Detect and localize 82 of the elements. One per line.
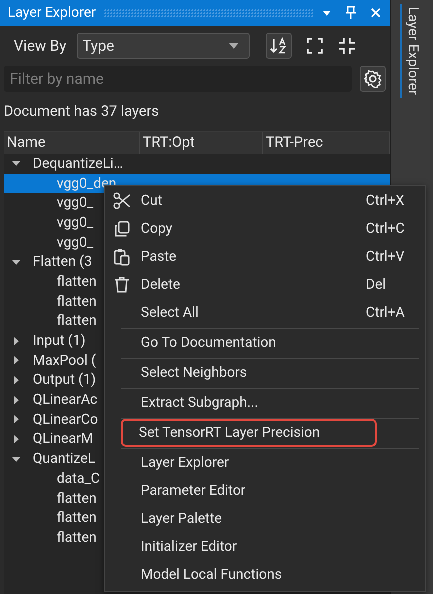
row-label: flatten	[57, 294, 97, 310]
expanded-arrow-icon[interactable]	[12, 454, 21, 464]
row-label: Input (1)	[33, 333, 86, 350]
row-label: QLinearM	[33, 431, 94, 448]
collapsed-arrow-icon[interactable]	[12, 415, 21, 424]
row-label: flatten	[57, 490, 97, 507]
row-label: MaxPool (	[33, 352, 96, 369]
collapsed-arrow-icon[interactable]	[12, 396, 21, 405]
column-header[interactable]: TRT:Opt	[140, 132, 263, 154]
pin-icon[interactable]	[344, 6, 358, 20]
menu-item-label: Cut	[141, 193, 162, 209]
side-tab[interactable]: Layer Explorer	[400, 4, 424, 98]
menu-item-label: Set TensorRT Layer Precision	[139, 425, 320, 441]
collapse-all-icon[interactable]	[338, 37, 356, 55]
collapsed-arrow-icon[interactable]	[12, 434, 21, 444]
menu-item[interactable]: Parameter Editor	[109, 477, 421, 505]
menu-item-label: Paste	[141, 249, 177, 265]
menu-item-label: Go To Documentation	[141, 335, 276, 351]
shortcut-text: Ctrl+V	[366, 249, 405, 265]
shortcut-text: Ctrl+A	[366, 305, 405, 321]
menu-item-label: Layer Explorer	[141, 455, 230, 471]
view-by-label: View By	[14, 37, 67, 55]
filter-field[interactable]: Filter by name	[4, 66, 352, 92]
menu-item-label: Model Local Functions	[141, 567, 282, 583]
row-label: vgg0_	[57, 214, 94, 231]
menu-item[interactable]: Select All Ctrl+A	[109, 299, 421, 327]
menu-item-label: Select All	[141, 305, 199, 321]
menu-item[interactable]: Model Local Functions	[109, 561, 421, 589]
expanded-arrow-icon[interactable]	[12, 258, 21, 267]
settings-button[interactable]	[360, 66, 386, 92]
menu-item[interactable]: Layer Palette	[109, 505, 421, 533]
menu-item-label: Select Neighbors	[141, 365, 248, 381]
layer-count-text: Document has 37 layers	[3, 102, 160, 122]
expand-all-icon[interactable]	[306, 37, 324, 55]
row-label: QLinearCo	[33, 412, 98, 428]
dropdown-arrow-icon	[228, 43, 239, 49]
menu-item-label: Copy	[141, 221, 173, 237]
column-header[interactable]: Name	[4, 132, 140, 154]
menu-item[interactable]: Set TensorRT Layer Precision	[121, 419, 377, 447]
shortcut-text: Ctrl+X	[366, 193, 405, 209]
paste-icon	[113, 248, 131, 266]
view-by-dropdown[interactable]: Type	[76, 33, 250, 59]
menu-item[interactable]: Initializer Editor	[109, 533, 421, 561]
row-label: vgg0_	[57, 234, 94, 251]
menu-item[interactable]: Select Neighbors	[109, 359, 421, 387]
close-icon[interactable]	[370, 7, 382, 19]
menu-item-label: Initializer Editor	[141, 539, 238, 555]
settings-icon	[364, 70, 382, 88]
row-label: Flatten (3	[33, 254, 92, 270]
menu-item-label: Parameter Editor	[141, 483, 246, 499]
trash-icon	[113, 276, 131, 294]
row-label: Output (1)	[33, 372, 96, 388]
row-label: QuantizeL	[33, 451, 96, 468]
scissors-icon	[113, 192, 131, 210]
sort-button[interactable]	[266, 33, 292, 59]
collapsed-arrow-icon[interactable]	[12, 356, 21, 366]
menu-item[interactable]: Go To Documentation	[109, 329, 421, 357]
collapsed-arrow-icon[interactable]	[12, 376, 21, 385]
row-label: DequantizeLi…	[33, 156, 124, 172]
row-label: flatten	[57, 510, 97, 526]
shortcut-text: Ctrl+C	[366, 221, 405, 237]
menu-item[interactable]: Layer Explorer	[109, 449, 421, 477]
menu-item-label: Layer Palette	[141, 511, 222, 527]
row-label: flatten	[57, 274, 97, 290]
menu-item[interactable]: Delete Del	[109, 271, 421, 299]
row-label: flatten	[57, 313, 97, 330]
sort-az-icon	[270, 37, 288, 55]
row-label: data_C	[57, 470, 100, 487]
dropdown-arrow-icon[interactable]	[322, 9, 332, 17]
copy-icon	[113, 220, 131, 238]
window-title: Layer Explorer	[8, 5, 96, 21]
menu-item-label: Extract Subgraph...	[141, 395, 258, 411]
shortcut-text: Del	[366, 277, 386, 293]
row-label: vgg0_	[57, 195, 94, 212]
row-label: QLinearAc	[33, 392, 98, 408]
menu-item-label: Delete	[141, 277, 180, 293]
expanded-arrow-icon[interactable]	[12, 159, 21, 168]
menu-item[interactable]: Copy Ctrl+C	[109, 215, 421, 243]
menu-item[interactable]: Paste Ctrl+V	[109, 243, 421, 271]
menu-item[interactable]: Extract Subgraph...	[109, 389, 421, 417]
collapsed-arrow-icon[interactable]	[12, 336, 21, 346]
row-label: flatten	[57, 530, 97, 546]
